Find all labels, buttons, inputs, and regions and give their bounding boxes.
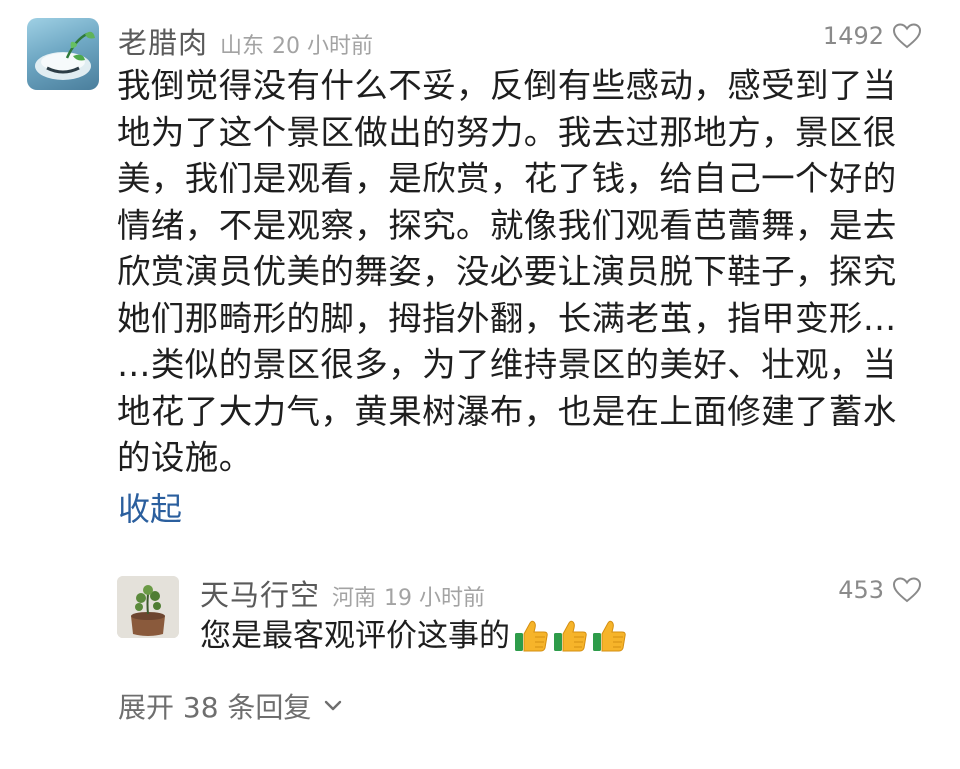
like-count: 453 <box>838 576 884 604</box>
username[interactable]: 老腊肉 <box>118 20 208 62</box>
timestamp: 20 小时前 <box>272 34 374 59</box>
emoji-group <box>514 619 631 653</box>
reply-text: 您是最客观评价这事的 <box>200 618 510 654</box>
heart-icon <box>892 23 922 49</box>
thumbs-up-icon <box>593 620 626 652</box>
potted-plant-avatar-icon <box>117 576 179 638</box>
location: 山东 <box>220 34 265 59</box>
comment-meta: 山东 20 小时前 <box>220 28 373 60</box>
comment-body: 我倒觉得没有什么不妥，反倒有些感动，感受到了当 地为了这个景区做出的努力。我去过… <box>117 66 897 477</box>
expand-replies-button[interactable]: 展开 38 条回复 <box>118 686 343 726</box>
plant-bowl-avatar-icon <box>35 31 95 80</box>
like-button[interactable]: 1492 <box>823 22 922 50</box>
heart-icon <box>892 577 922 603</box>
comment-header: 老腊肉 山东 20 小时前 <box>118 20 373 60</box>
reply-body: 您是最客观评价这事的 <box>200 615 631 657</box>
like-button[interactable]: 453 <box>838 576 922 604</box>
avatar[interactable] <box>27 18 99 90</box>
location: 河南 <box>332 586 377 611</box>
reply-header: 天马行空 河南 19 小时前 <box>200 572 485 614</box>
expand-replies-label: 展开 38 条回复 <box>118 691 312 724</box>
timestamp: 19 小时前 <box>384 586 486 611</box>
avatar[interactable] <box>117 576 179 638</box>
chevron-down-icon <box>325 700 342 711</box>
collapse-link[interactable]: 收起 <box>118 487 182 531</box>
like-count: 1492 <box>822 22 884 50</box>
reply-meta: 河南 19 小时前 <box>332 580 485 612</box>
thumbs-up-icon <box>554 620 587 652</box>
username[interactable]: 天马行空 <box>200 572 320 614</box>
thumbs-up-icon <box>515 620 548 652</box>
reply-item: 天马行空 河南 19 小时前 453 您是最客观评价这事的 <box>0 570 960 654</box>
